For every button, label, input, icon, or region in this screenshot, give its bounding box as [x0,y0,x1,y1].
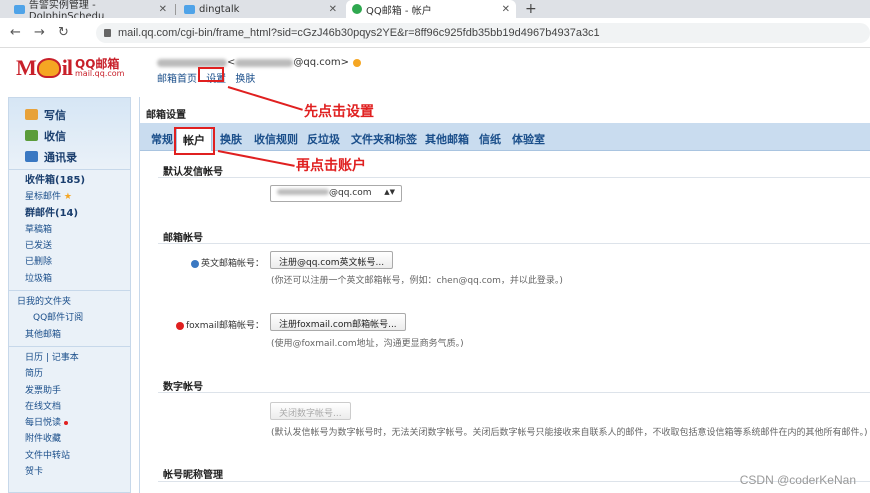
sidebar-item-resume[interactable]: 简历 [9,366,130,382]
close-icon[interactable]: ✕ [159,4,167,15]
sidebar-item-my-folders[interactable]: 日我的文件夹 [9,294,130,310]
tab-rules[interactable]: 收信规则 [254,131,298,147]
foxmail-hint: (使用@foxmail.com地址，沟通更显商务气质。) [271,339,464,349]
star-icon: ★ [63,192,72,203]
sidebar-item-spam[interactable]: 垃圾箱 [9,271,130,287]
reload-icon[interactable]: ↻ [58,25,69,40]
sidebar-item-reading[interactable]: 每日悦读 [9,415,130,431]
select-arrow-icon: ▲▼ [384,188,395,196]
qq-mail-logo[interactable]: Mil QQ邮箱 mail.qq.com [16,55,124,81]
browser-tab-active[interactable]: QQ邮箱 - 帐户 ✕ [346,0,516,18]
tab-stationery[interactable]: 信纸 [479,131,501,147]
contacts-button[interactable]: 通讯录 [25,146,130,167]
forward-icon[interactable]: → [34,25,45,40]
sidebar-item-other-mailbox[interactable]: 其他邮箱 [9,327,130,343]
tab-other-mailbox[interactable]: 其他邮箱 [425,131,469,147]
close-digital-button[interactable]: 关闭数字帐号... [270,402,351,420]
section-heading: 默认发信帐号 [163,167,223,178]
tab-folders[interactable]: 文件夹和标签 [351,131,417,147]
highlight-settings [198,67,224,82]
register-english-button[interactable]: 注册@qq.com英文帐号... [270,251,394,269]
sidebar: 写信 收信 通讯录 收件箱(185) 星标邮件 ★ 群邮件(14) 草稿箱 已发… [8,97,131,493]
page-title: 邮箱设置 [146,110,186,121]
foxmail-account-label: foxmail邮箱帐号： [168,318,264,331]
section-heading: 数字帐号 [163,382,203,393]
lock-icon [104,29,111,37]
receive-button[interactable]: 收信 [25,125,130,146]
back-icon[interactable]: ← [10,25,21,40]
dolphin-icon [184,4,195,14]
compose-icon [25,109,38,120]
url-field[interactable]: mail.qq.com/cgi-bin/frame_html?sid=cGzJ4… [96,23,870,43]
close-icon[interactable]: ✕ [502,4,510,15]
sidebar-item-calendar-notes[interactable]: 日历 | 记事本 [9,350,130,366]
mail-home-link[interactable]: 邮箱首页 [157,74,197,85]
inbox-icon [25,130,38,141]
sidebar-item-docs[interactable]: 在线文档 [9,399,130,415]
foxmail-icon [175,321,184,330]
blurred-email [235,58,294,67]
tab-antispam[interactable]: 反垃圾 [307,131,340,147]
tiger-icon [36,58,61,78]
skin-link[interactable]: 换肤 [235,74,255,85]
close-icon[interactable]: ✕ [329,4,337,15]
qq-icon [190,259,199,268]
digital-hint: (默认发信帐号为数字帐号时，无法关闭数字帐号。关闭后数字帐号只能接收来自联系人的… [271,428,868,438]
browser-tab[interactable]: dingtalk ✕ [178,0,343,18]
section-heading: 邮箱帐号 [163,233,203,244]
annotation-step1: 先点击设置 [304,104,374,120]
annotation-step2: 再点击账户 [296,158,366,174]
account-info: < @qq.com> [157,57,362,68]
tab-skin[interactable]: 换肤 [220,131,242,147]
default-sender-select[interactable]: @qq.com ▲▼ [270,185,402,202]
tab-lab[interactable]: 体验室 [512,131,545,147]
register-foxmail-button[interactable]: 注册foxmail.com邮箱帐号... [270,313,406,331]
sidebar-item-drafts[interactable]: 草稿箱 [9,222,130,238]
english-account-label: 英文邮箱帐号： [188,256,264,269]
settings-tabs: 常规 帐户 换肤 收信规则 反垃圾 文件夹和标签 其他邮箱 信纸 体验室 [140,123,870,151]
address-bar: ← → ↻ mail.qq.com/cgi-bin/frame_html?sid… [0,18,870,48]
unread-dot [64,420,69,425]
qq-mail-icon [352,4,362,14]
dolphin-icon [14,4,25,14]
tab-general[interactable]: 常规 [151,131,173,147]
status-icon [353,58,362,67]
sidebar-actions: 写信 收信 通讯录 [9,98,130,170]
sidebar-item-attachments[interactable]: 附件收藏 [9,431,130,447]
highlight-account-tab [174,127,215,155]
section-heading: 帐号昵称管理 [163,470,223,481]
mail-header: Mil QQ邮箱 mail.qq.com < @qq.com> 邮箱首页 设置 换… [0,48,870,95]
sidebar-item-group[interactable]: 群邮件(14) [9,206,130,222]
sidebar-item-sent[interactable]: 已发送 [9,238,130,254]
blurred-name [157,58,227,67]
sidebar-item-subscriptions[interactable]: QQ邮件订阅 [9,310,130,326]
compose-button[interactable]: 写信 [25,104,130,125]
browser-tab[interactable]: 告警实例管理 - DolphinSchedu ✕ [8,0,173,22]
english-hint: (你还可以注册一个英文邮箱帐号，例如：chen@qq.com，并以此登录。) [271,276,563,286]
sidebar-item-file-transfer[interactable]: 文件中转站 [9,448,130,464]
sidebar-item-deleted[interactable]: 已删除 [9,254,130,270]
watermark: CSDN @coderKeNan [739,473,856,487]
sidebar-item-starred[interactable]: 星标邮件 ★ [9,189,130,205]
sidebar-item-cards[interactable]: 贺卡 [9,464,130,480]
browser-tab-bar: 告警实例管理 - DolphinSchedu ✕ dingtalk ✕ QQ邮箱… [0,0,870,22]
new-tab-button[interactable]: + [525,1,537,17]
sidebar-item-invoice[interactable]: 发票助手 [9,383,130,399]
sidebar-item-inbox[interactable]: 收件箱(185) [9,173,130,189]
contacts-icon [25,151,38,162]
